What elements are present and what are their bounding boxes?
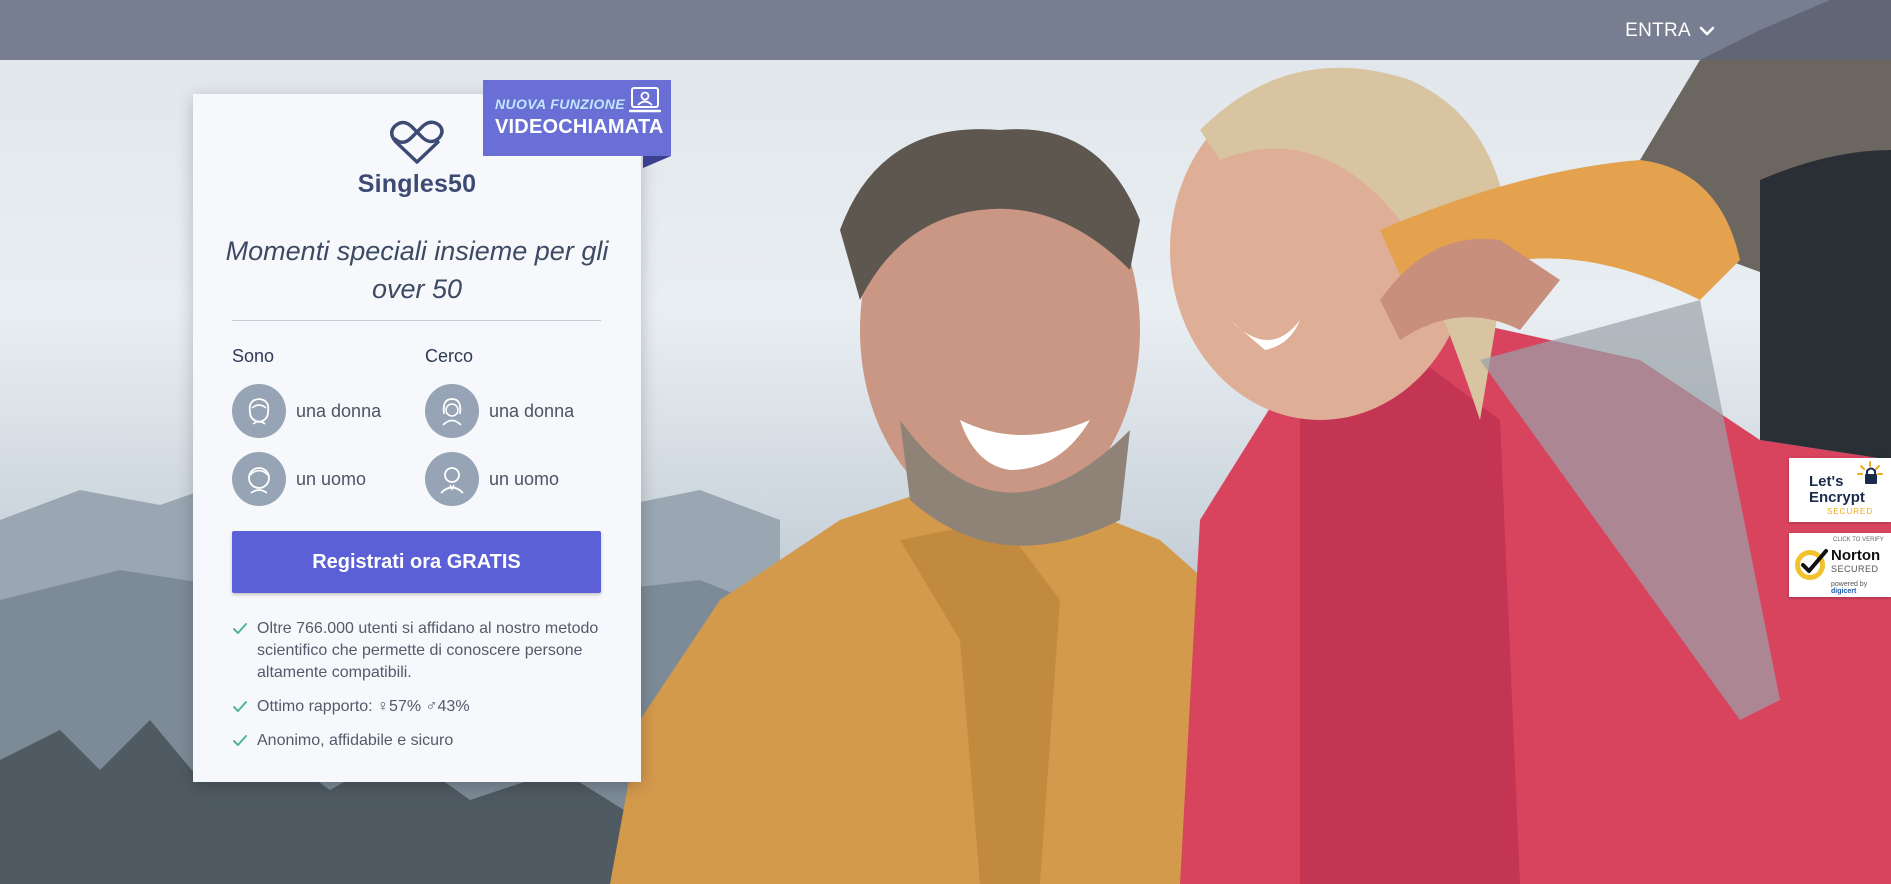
feature-item: Oltre 766.000 utenti si affidano al nost… bbox=[232, 618, 612, 684]
card-divider bbox=[232, 320, 601, 321]
letsencrypt-line2: Encrypt bbox=[1809, 489, 1865, 506]
cerco-option-woman[interactable]: una donna bbox=[425, 384, 574, 438]
norton-powered-by: powered by digicert bbox=[1831, 581, 1891, 595]
feature-text-users: Oltre 766.000 utenti si affidano al nost… bbox=[257, 620, 599, 681]
norton-badge[interactable]: CLICK TO VERIFY Norton SECURED powered b… bbox=[1789, 533, 1891, 597]
woman-avatar-icon bbox=[425, 384, 479, 438]
feature-item: Anonimo, affidabile e sicuro bbox=[232, 730, 612, 752]
cerco-option-man[interactable]: un uomo bbox=[425, 452, 559, 506]
letsencrypt-line3: SECURED bbox=[1827, 507, 1874, 516]
man-avatar-icon bbox=[425, 452, 479, 506]
login-dropdown[interactable]: ENTRA bbox=[1625, 18, 1715, 44]
tagline: Momenti speciali insieme per gli over 50 bbox=[225, 236, 609, 304]
norton-check-icon bbox=[1795, 549, 1828, 580]
letsencrypt-line1: Let's bbox=[1809, 473, 1844, 490]
lock-icon bbox=[1857, 461, 1883, 484]
check-icon bbox=[233, 735, 247, 746]
login-label: ENTRA bbox=[1625, 20, 1691, 41]
norton-powered-text: powered by bbox=[1831, 581, 1868, 588]
feature-text-secure: Anonimo, affidabile e sicuro bbox=[257, 732, 454, 749]
man-avatar-icon bbox=[232, 452, 286, 506]
top-nav-bar: ENTRA bbox=[0, 0, 1891, 60]
check-icon bbox=[233, 623, 247, 634]
feature-item: Ottimo rapporto: ♀57% ♂43% bbox=[232, 696, 612, 718]
ribbon-bottom-text: VIDEOCHIAMATA bbox=[495, 116, 664, 138]
sono-option-woman[interactable]: una donna bbox=[232, 384, 381, 438]
norton-line1: Norton bbox=[1831, 547, 1881, 564]
woman-avatar-icon bbox=[232, 384, 286, 438]
letsencrypt-badge[interactable]: Let's Encrypt SECURED bbox=[1789, 458, 1891, 522]
check-icon bbox=[233, 701, 247, 712]
brand-name: Singles50 bbox=[357, 170, 477, 198]
cerco-option-man-label: un uomo bbox=[489, 468, 560, 489]
sono-option-woman-label: una donna bbox=[296, 400, 382, 421]
ribbon-top-text: NUOVA FUNZIONE bbox=[495, 96, 626, 112]
registration-card: Singles50 NUOVA FUNZIONE VIDEOCHIAMATA M… bbox=[193, 80, 671, 782]
feature-text-ratio: Ottimo rapporto: ♀57% ♂43% bbox=[257, 698, 470, 715]
norton-line2: SECURED bbox=[1831, 564, 1879, 574]
heart-infinity-icon bbox=[390, 120, 444, 164]
sono-option-man[interactable]: un uomo bbox=[232, 452, 366, 506]
video-call-icon bbox=[629, 87, 661, 113]
sono-option-man-label: un uomo bbox=[296, 468, 367, 489]
digicert-brand: digicert bbox=[1831, 588, 1857, 595]
chevron-down-icon bbox=[1699, 26, 1715, 36]
norton-verify-text: CLICK TO VERIFY bbox=[1833, 537, 1884, 543]
sono-title: Sono bbox=[232, 346, 275, 366]
register-free-button[interactable]: Registrati ora GRATIS bbox=[232, 531, 601, 593]
cerco-title: Cerco bbox=[425, 346, 474, 366]
ribbon-fold bbox=[643, 156, 671, 168]
new-feature-ribbon: NUOVA FUNZIONE VIDEOCHIAMATA bbox=[483, 80, 671, 156]
cerco-option-woman-label: una donna bbox=[489, 400, 575, 421]
